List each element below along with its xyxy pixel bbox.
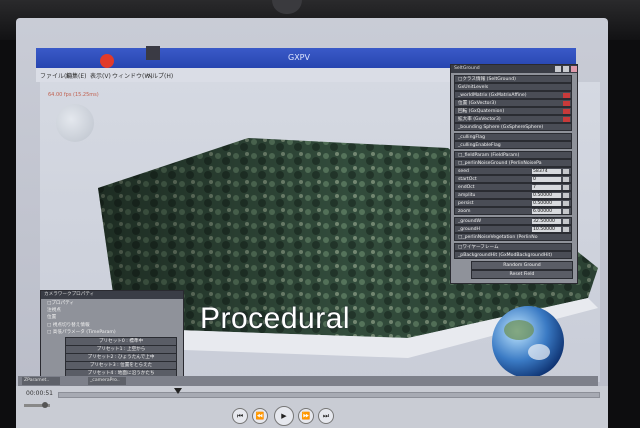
spinner-icon[interactable] xyxy=(563,209,569,214)
property-row[interactable]: GxUnitLevels xyxy=(454,83,572,91)
procedural-caption: Procedural xyxy=(200,302,351,335)
close-icon[interactable] xyxy=(571,66,577,72)
panel-title: カメラワークプロパティ xyxy=(41,291,183,299)
wireframe-toggle[interactable]: □ワイヤーフレーム xyxy=(454,243,572,251)
rewind-icon[interactable]: ⏪ xyxy=(252,408,268,424)
random-ground-button[interactable]: Random Ground xyxy=(471,261,573,270)
property-row[interactable]: □クラス情報 (SeltGround) xyxy=(454,75,572,83)
sky-sphere xyxy=(56,104,94,142)
minimized-window[interactable]: ZParamet.. xyxy=(22,377,60,385)
skip-back-icon[interactable]: ⏮ xyxy=(232,408,248,424)
seek-track[interactable] xyxy=(58,392,600,398)
record-icon[interactable] xyxy=(100,54,114,68)
property-row[interactable]: _worldMatrix (GxMatrixAffine) xyxy=(454,91,572,99)
property-row[interactable]: _bounding Sphere (GxSphereSphere) xyxy=(454,123,572,131)
skip-forward-icon[interactable]: ⏭ xyxy=(318,408,334,424)
playback-time: 00:00:51 xyxy=(26,390,53,397)
property-row[interactable]: _cullingEnableFlag xyxy=(454,141,572,149)
property-row[interactable]: □ 視点切り替え情報 xyxy=(44,322,178,329)
param-seed[interactable]: seed 58374 xyxy=(454,167,572,175)
param-zoom[interactable]: zoom 6.00000 xyxy=(454,207,572,215)
minimize-icon[interactable] xyxy=(555,66,561,72)
earth-globe xyxy=(492,306,564,378)
param-amplitude[interactable]: amplitu 0.50000 xyxy=(454,191,572,199)
property-row[interactable]: □_fieldParam (FieldParam) xyxy=(454,151,572,159)
param-persist[interactable]: persist 0.50000 xyxy=(454,199,572,207)
fps-readout: 64.00 fps (15.25ms) xyxy=(48,92,99,98)
property-row[interactable]: _cullingFlag xyxy=(454,133,572,141)
menu-view[interactable]: 表示(V) xyxy=(90,71,111,80)
menu-edit[interactable]: 編集(E) xyxy=(66,71,86,80)
property-row[interactable]: 回転 (GxQuaternion) xyxy=(454,107,572,115)
camera-properties-panel: カメラワークプロパティ □プロパティ 注視点 位置 □ 視点切り替え情報 □ 高… xyxy=(40,290,184,384)
fast-forward-icon[interactable]: ⏩ xyxy=(298,408,314,424)
reset-field-button[interactable]: Reset Field xyxy=(471,270,573,279)
window-title: GXPV xyxy=(288,53,310,62)
volume-knob[interactable] xyxy=(42,402,48,408)
property-row[interactable]: □_perlinNoiseVegetation (PerlinNo xyxy=(454,233,572,241)
param-startoct[interactable]: startOct 0 xyxy=(454,175,572,183)
property-row[interactable]: 位置 (GxVector3) xyxy=(454,99,572,107)
object-properties-panel: SeltGround □クラス情報 (SeltGround) GxUnitLev… xyxy=(450,64,578,284)
menu-help[interactable]: ヘルプ(H) xyxy=(146,71,173,80)
toolbar-icon[interactable] xyxy=(146,46,160,60)
minimized-windows-bar: ZParamet.. _cameraPro.. xyxy=(18,376,598,386)
param-groundh[interactable]: _groundH 10.50000 xyxy=(454,225,572,233)
param-groundw[interactable]: _groundW 32.50000 xyxy=(454,217,572,225)
globe-continent xyxy=(504,320,534,340)
property-row[interactable]: 位置 xyxy=(44,314,178,321)
property-row[interactable]: □_perlinNoiseGround (PerlinNoisePa xyxy=(454,159,572,167)
property-row[interactable]: 拡大率 (GxVector3) xyxy=(454,115,572,123)
param-endoct[interactable]: endOct 7 xyxy=(454,183,572,191)
seek-handle[interactable] xyxy=(174,388,182,394)
play-icon[interactable]: ▶ xyxy=(274,406,294,426)
property-row[interactable]: _pBackgroundHit (GxModBackgroundHit) xyxy=(454,251,572,259)
property-row[interactable]: 注視点 xyxy=(44,307,178,314)
property-row[interactable]: □プロパティ xyxy=(44,300,178,307)
property-row[interactable]: □ 高低パラメータ (TimeParam) xyxy=(44,329,178,336)
maximize-icon[interactable] xyxy=(563,66,569,72)
globe-cloud xyxy=(528,344,550,360)
minimized-window[interactable]: _cameraPro.. xyxy=(88,377,126,385)
